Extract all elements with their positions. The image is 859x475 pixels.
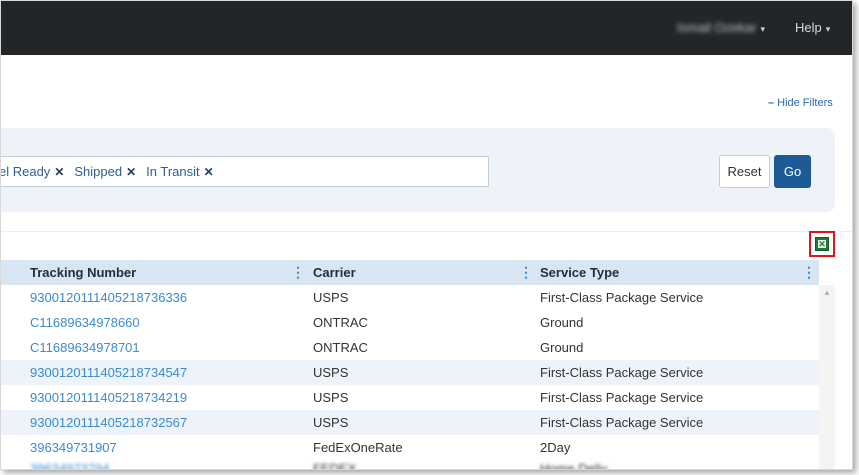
service-type-cell: First-Class Package Service bbox=[540, 415, 704, 430]
filter-panel: el Ready ✕ Shipped ✕ In Transit ✕ Reset Go bbox=[1, 128, 835, 212]
tracking-number-link[interactable]: 396349731907 bbox=[30, 440, 117, 455]
status-tag: Shipped ✕ bbox=[74, 164, 136, 179]
top-navbar: Ismail Ozekar ▾ Help ▾ bbox=[1, 1, 852, 55]
tracking-number-link[interactable]: C11689634978701 bbox=[30, 340, 140, 355]
table-row[interactable]: C11689634978660 ONTRAC Ground bbox=[1, 310, 819, 335]
table-row[interactable]: 396349731907 FedExOneRate 2Day bbox=[1, 435, 819, 460]
table-scrollbar[interactable]: ▲ bbox=[819, 285, 835, 469]
hide-filters-label: Hide Filters bbox=[777, 97, 833, 109]
status-tag: In Transit ✕ bbox=[146, 164, 214, 179]
service-type-cell: Ground bbox=[540, 315, 584, 330]
minus-icon: – bbox=[768, 97, 775, 109]
carrier-cell: USPS bbox=[313, 390, 349, 405]
column-header-tracking-number[interactable]: Tracking Number bbox=[30, 265, 136, 280]
service-type-cell: First-Class Package Service bbox=[540, 390, 704, 405]
column-menu-icon[interactable]: ⋮ bbox=[519, 264, 533, 281]
tracking-number-link[interactable]: 39634973794 bbox=[30, 461, 110, 469]
remove-tag-icon[interactable]: ✕ bbox=[126, 165, 136, 179]
table-row[interactable]: C11689634978701 ONTRAC Ground bbox=[1, 335, 819, 360]
service-type-cell: First-Class Package Service bbox=[540, 365, 704, 380]
service-type-cell: Ground bbox=[540, 340, 584, 355]
tracking-number-link[interactable]: C11689634978660 bbox=[30, 315, 140, 330]
status-tag-label: Shipped bbox=[74, 164, 123, 179]
excel-glyph: ✕ bbox=[818, 239, 826, 249]
carrier-cell: ONTRAC bbox=[313, 340, 368, 355]
column-menu-icon[interactable]: ⋮ bbox=[291, 264, 305, 281]
service-type-cell: 2Day bbox=[540, 440, 571, 455]
carrier-cell: ONTRAC bbox=[313, 315, 368, 330]
column-menu-icon[interactable]: ⋮ bbox=[802, 264, 816, 281]
table-row[interactable]: 9300120111405218732567 USPS First-Class … bbox=[1, 410, 819, 435]
column-header-carrier[interactable]: Carrier bbox=[313, 265, 356, 280]
chevron-down-icon: ▾ bbox=[825, 24, 831, 34]
status-tag-label: In Transit bbox=[146, 164, 200, 179]
tracking-number-link[interactable]: 9300120111405218734547 bbox=[30, 365, 187, 380]
remove-tag-icon[interactable]: ✕ bbox=[54, 165, 64, 179]
carrier-cell: USPS bbox=[313, 415, 349, 430]
table-row[interactable]: 9300120111405218734547 USPS First-Class … bbox=[1, 360, 819, 385]
go-button[interactable]: Go bbox=[774, 155, 811, 188]
export-excel-button[interactable]: ✕ bbox=[809, 231, 835, 257]
table-row[interactable]: 9300120111405218734219 USPS First-Class … bbox=[1, 385, 819, 410]
reset-button[interactable]: Reset bbox=[719, 155, 770, 188]
user-name: Ismail Ozekar bbox=[677, 20, 757, 35]
carrier-cell: FEDEX bbox=[313, 461, 357, 470]
help-menu[interactable]: Help ▾ bbox=[795, 20, 830, 35]
service-type-cell: Home Deliv bbox=[540, 461, 608, 470]
tracking-number-link[interactable]: 9300120111405218732567 bbox=[30, 415, 187, 430]
status-tag-label: el Ready bbox=[0, 164, 51, 179]
service-type-cell: First-Class Package Service bbox=[540, 290, 704, 305]
carrier-cell: USPS bbox=[313, 365, 349, 380]
table-row[interactable]: 9300120111405218736336 USPS First-Class … bbox=[1, 285, 819, 310]
chevron-down-icon: ▾ bbox=[760, 24, 765, 34]
remove-tag-icon[interactable]: ✕ bbox=[204, 165, 214, 179]
scroll-up-arrow-icon[interactable]: ▲ bbox=[823, 288, 831, 297]
tracking-number-link[interactable]: 9300120111405218736336 bbox=[30, 290, 187, 305]
hide-filters-link[interactable]: – Hide Filters bbox=[768, 97, 833, 109]
table-body: 9300120111405218736336 USPS First-Class … bbox=[1, 285, 819, 470]
divider bbox=[1, 231, 852, 232]
table-row[interactable]: 39634973794 FEDEX Home Deliv bbox=[1, 460, 819, 470]
tracking-number-link[interactable]: 9300120111405218734219 bbox=[30, 390, 187, 405]
status-tag: el Ready ✕ bbox=[0, 164, 64, 179]
table-header: Tracking Number ⋮ Carrier ⋮ Service Type… bbox=[1, 260, 819, 285]
carrier-cell: USPS bbox=[313, 290, 349, 305]
help-label: Help bbox=[795, 20, 822, 35]
user-menu[interactable]: Ismail Ozekar ▾ bbox=[677, 20, 765, 35]
excel-icon: ✕ bbox=[815, 237, 829, 251]
carrier-cell: FedExOneRate bbox=[313, 440, 403, 455]
status-filter-input[interactable]: el Ready ✕ Shipped ✕ In Transit ✕ bbox=[1, 156, 489, 187]
column-header-service-type[interactable]: Service Type bbox=[540, 265, 619, 280]
app-window: Ismail Ozekar ▾ Help ▾ – Hide Filters el Re… bbox=[0, 0, 853, 470]
